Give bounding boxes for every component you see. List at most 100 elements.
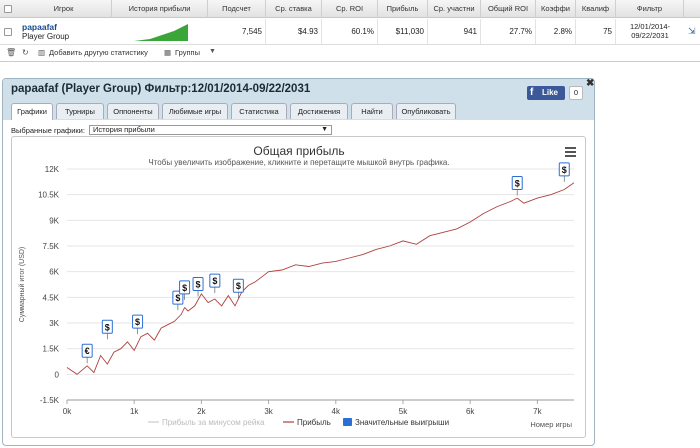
stats-icon: ▥ xyxy=(38,48,46,57)
row-arrow-icon[interactable]: ⇲ xyxy=(688,26,696,37)
marker-symbol: $ xyxy=(212,276,217,286)
cell-count: 7,545 xyxy=(208,19,266,45)
facebook-like-count: 0 xyxy=(569,86,583,100)
col-avg-entrants[interactable]: Ср. участни xyxy=(428,0,481,18)
col-avg-stake[interactable]: Ср. ставка xyxy=(266,0,322,18)
marker-symbol: $ xyxy=(236,281,241,291)
legend-item-1: Прибыль xyxy=(297,418,331,427)
player-group: Player Group xyxy=(22,32,70,41)
marker-symbol: $ xyxy=(105,322,110,332)
tab-0[interactable]: Графики xyxy=(11,103,53,120)
chevron-down-icon: ▼ xyxy=(321,126,328,133)
panel-title: papaafaf (Player Group) Фильтр:12/01/201… xyxy=(11,83,311,95)
tab-5[interactable]: Достижения xyxy=(290,103,348,119)
cell-profit: $11,030 xyxy=(378,19,428,45)
x-tick-label: 6k xyxy=(466,407,475,416)
trash-icon[interactable]: 🗑 xyxy=(6,48,16,57)
tab-7[interactable]: Опубликовать xyxy=(396,103,456,119)
y-tick-label: 3K xyxy=(49,319,59,328)
filter-end: 09/22/2031 xyxy=(631,31,669,40)
col-count[interactable]: Подсчет xyxy=(208,0,266,18)
charts-select[interactable]: История прибыли ▼ xyxy=(89,125,332,135)
tab-1[interactable]: Турниры xyxy=(56,103,104,119)
filter-start: 12/01/2014- xyxy=(629,22,671,31)
y-tick-label: -1.5K xyxy=(40,396,60,405)
y-tick-label: 12K xyxy=(45,165,60,174)
x-tick-label: 7k xyxy=(533,407,542,416)
menu-icon-bar-2 xyxy=(565,155,576,157)
chart-subtitle: Чтобы увеличить изображение, кликните и … xyxy=(148,158,449,167)
marker-symbol: $ xyxy=(196,279,201,289)
y-tick-label: 4.5K xyxy=(43,293,60,302)
legend-swatch-2 xyxy=(343,418,352,426)
legend-item-0: Прибыль за минусом рейка xyxy=(162,418,265,427)
x-tick-label: 2k xyxy=(197,407,206,416)
panel-header: papaafaf (Player Group) Фильтр:12/01/201… xyxy=(3,78,594,120)
marker-symbol: $ xyxy=(562,165,567,175)
facebook-like-button[interactable]: f Like xyxy=(527,86,565,100)
chart-title: Общая прибыль xyxy=(253,144,344,158)
x-tick-label: 5k xyxy=(399,407,408,416)
tab-4[interactable]: Статистика xyxy=(231,103,287,119)
cell-avg-entrants: 941 xyxy=(428,19,481,45)
cell-filter: 12/01/2014- 09/22/2031 xyxy=(618,22,682,40)
col-coef[interactable]: Коэффи xyxy=(536,0,576,18)
col-profit[interactable]: Прибыль xyxy=(378,0,428,18)
y-tick-label: 9K xyxy=(49,216,59,225)
add-stats-button[interactable]: Добавить другую статистику xyxy=(49,48,148,57)
col-total-roi[interactable]: Общий ROI xyxy=(481,0,536,18)
legend-item-2: Значительные выигрыши xyxy=(355,418,449,427)
marker-symbol: $ xyxy=(515,179,520,189)
col-filter[interactable]: Фильтр xyxy=(616,0,684,18)
tab-2[interactable]: Оппоненты xyxy=(107,103,159,119)
table-header: Игрок История прибыли Подсчет Ср. ставка… xyxy=(0,0,700,18)
cell-qualif: 75 xyxy=(576,19,616,45)
tab-6[interactable]: Найти xyxy=(351,103,393,119)
marker-symbol: $ xyxy=(135,317,140,327)
cell-avg-stake: $4.93 xyxy=(266,19,322,45)
y-tick-label: 10.5K xyxy=(38,191,60,200)
table-toolbar: 🗑 ↻ ▥ Добавить другую статистику ▦ Групп… xyxy=(0,46,700,60)
charts-select-value: История прибыли xyxy=(93,125,155,134)
select-all-checkbox[interactable] xyxy=(4,5,12,13)
y-tick-label: 1.5K xyxy=(43,345,60,354)
cell-coef: 2.8% xyxy=(536,19,576,45)
groups-icon: ▦ xyxy=(164,48,172,57)
x-tick-label: 0k xyxy=(63,407,72,416)
x-tick-label: 4k xyxy=(332,407,341,416)
menu-icon-bar-1 xyxy=(565,151,576,153)
chart-container[interactable]: Общая прибыль Чтобы увеличить изображение… xyxy=(11,136,586,438)
marker-symbol: $ xyxy=(182,283,187,293)
marker-symbol: € xyxy=(85,346,90,356)
y-tick-label: 0 xyxy=(55,370,60,379)
col-profit-history[interactable]: История прибыли xyxy=(112,0,208,18)
y-axis-title: Суммарный итог (USD) xyxy=(18,247,26,323)
menu-icon-bar-0 xyxy=(565,147,576,149)
x-axis-title: Номер игры xyxy=(530,420,572,429)
refresh-icon[interactable]: ↻ xyxy=(22,48,29,57)
y-tick-label: 6K xyxy=(49,268,59,277)
profit-chart[interactable]: Общая прибыльЧтобы увеличить изображение… xyxy=(12,137,587,439)
table-row[interactable]: papaafaf Player Group 7,545 $4.93 60.1% … xyxy=(0,19,700,45)
close-icon[interactable]: ✖ xyxy=(586,78,594,89)
player-panel: papaafaf (Player Group) Фильтр:12/01/201… xyxy=(2,78,595,446)
col-qualif[interactable]: Квалиф xyxy=(576,0,616,18)
groups-button[interactable]: Группы xyxy=(175,48,200,57)
series-line-profit xyxy=(66,182,575,375)
row-checkbox[interactable] xyxy=(4,28,12,36)
y-tick-label: 7.5K xyxy=(43,242,60,251)
x-tick-label: 3k xyxy=(264,407,273,416)
facebook-like-label: Like xyxy=(542,88,559,97)
profit-sparkline xyxy=(134,24,188,41)
stats-table: Игрок История прибыли Подсчет Ср. ставка… xyxy=(0,0,700,62)
facebook-icon: f xyxy=(530,87,534,98)
tab-3[interactable]: Любимые игры xyxy=(162,103,228,119)
cell-avg-roi: 60.1% xyxy=(322,19,378,45)
charts-select-label: Выбранные графики: xyxy=(11,126,85,135)
x-tick-label: 1k xyxy=(130,407,139,416)
col-player[interactable]: Игрок xyxy=(16,0,112,18)
cell-total-roi: 27.7% xyxy=(481,19,536,45)
chevron-down-icon[interactable]: ▼ xyxy=(209,48,216,55)
player-link[interactable]: papaafaf xyxy=(22,22,57,32)
col-avg-roi[interactable]: Ср. ROI xyxy=(322,0,378,18)
